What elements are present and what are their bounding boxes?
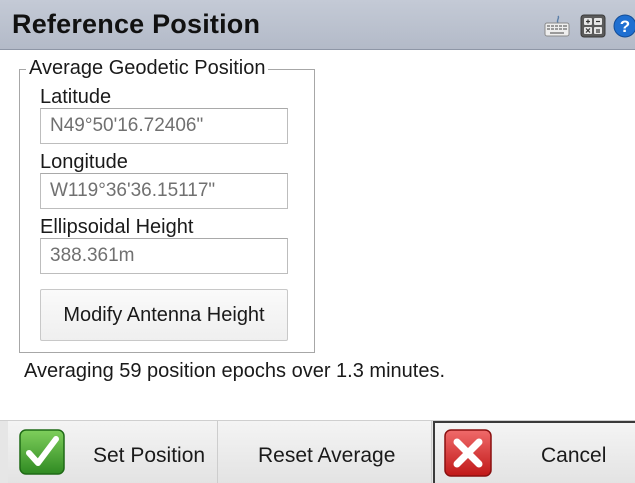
longitude-label: Longitude — [40, 151, 128, 173]
set-position-label: Set Position — [93, 444, 206, 467]
ellipsoidal-height-field[interactable]: 388.361m — [40, 238, 288, 274]
longitude-field[interactable]: W119°36'36.15117" — [40, 173, 288, 209]
ellipsoidal-height-label: Ellipsoidal Height — [40, 216, 194, 238]
checkmark-icon — [19, 429, 65, 475]
group-legend: Average Geodetic Position — [26, 57, 269, 80]
title-bar: Reference Position ? — [0, 0, 635, 50]
calculator-icon[interactable] — [580, 14, 606, 38]
reset-average-button[interactable]: Reset Average — [218, 421, 432, 483]
latitude-field[interactable]: N49°50'16.72406" — [40, 108, 288, 144]
set-position-button[interactable]: Set Position — [8, 421, 218, 483]
page-title: Reference Position — [12, 9, 261, 39]
cancel-button[interactable]: Cancel — [433, 421, 635, 483]
reset-average-label: Reset Average — [258, 444, 396, 467]
averaging-status-text: Averaging 59 position epochs over 1.3 mi… — [24, 360, 446, 382]
close-icon — [444, 429, 492, 477]
svg-text:?: ? — [620, 17, 630, 36]
latitude-label: Latitude — [40, 86, 112, 108]
modify-antenna-height-button[interactable]: Modify Antenna Height — [40, 289, 288, 341]
cancel-label: Cancel — [541, 444, 607, 467]
keyboard-icon[interactable] — [544, 14, 570, 38]
help-icon[interactable]: ? — [613, 14, 635, 38]
